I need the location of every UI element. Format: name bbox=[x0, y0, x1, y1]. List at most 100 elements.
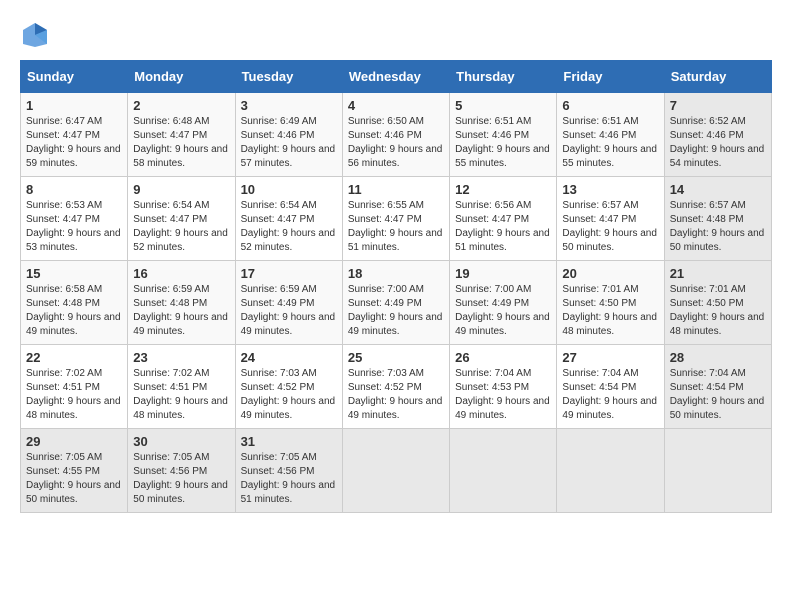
day-number: 17 bbox=[241, 266, 337, 281]
day-info: Sunrise: 6:59 AMSunset: 4:48 PMDaylight:… bbox=[133, 283, 229, 339]
day-header-thursday: Thursday bbox=[450, 61, 557, 93]
calendar-cell: 29 Sunrise: 7:05 AMSunset: 4:55 PMDayligh… bbox=[21, 429, 128, 513]
calendar-cell bbox=[664, 429, 771, 513]
calendar-cell: 11Sunrise: 6:55 AMSunset: 4:47 PMDayligh… bbox=[342, 177, 449, 261]
day-number: 31 bbox=[241, 434, 337, 449]
day-info: Sunrise: 7:02 AMSunset: 4:51 PMDaylight:… bbox=[26, 367, 122, 423]
calendar-week-row: 22 Sunrise: 7:02 AMSunset: 4:51 PMDayligh… bbox=[21, 345, 772, 429]
calendar-cell: 8 Sunrise: 6:53 AMSunset: 4:47 PMDaylight… bbox=[21, 177, 128, 261]
day-number: 7 bbox=[670, 98, 766, 113]
calendar-cell: 30 Sunrise: 7:05 AMSunset: 4:56 PMDayligh… bbox=[128, 429, 235, 513]
day-number: 12 bbox=[455, 182, 551, 197]
day-header-monday: Monday bbox=[128, 61, 235, 93]
calendar-cell: 15 Sunrise: 6:58 AMSunset: 4:48 PMDayligh… bbox=[21, 261, 128, 345]
calendar-cell: 25 Sunrise: 7:03 AMSunset: 4:52 PMDayligh… bbox=[342, 345, 449, 429]
day-info: Sunrise: 7:01 AMSunset: 4:50 PMDaylight:… bbox=[670, 283, 766, 339]
logo bbox=[20, 20, 54, 50]
calendar-cell: 10 Sunrise: 6:54 AMSunset: 4:47 PMDayligh… bbox=[235, 177, 342, 261]
day-number: 24 bbox=[241, 350, 337, 365]
calendar-cell: 24 Sunrise: 7:03 AMSunset: 4:52 PMDayligh… bbox=[235, 345, 342, 429]
calendar-cell: 23Sunrise: 7:02 AMSunset: 4:51 PMDayligh… bbox=[128, 345, 235, 429]
day-number: 10 bbox=[241, 182, 337, 197]
calendar-cell: 18 Sunrise: 7:00 AMSunset: 4:49 PMDayligh… bbox=[342, 261, 449, 345]
calendar-cell: 21 Sunrise: 7:01 AMSunset: 4:50 PMDayligh… bbox=[664, 261, 771, 345]
calendar-cell: 31 Sunrise: 7:05 AMSunset: 4:56 PMDayligh… bbox=[235, 429, 342, 513]
calendar-cell bbox=[450, 429, 557, 513]
page-header bbox=[20, 20, 772, 50]
calendar-week-row: 15 Sunrise: 6:58 AMSunset: 4:48 PMDayligh… bbox=[21, 261, 772, 345]
calendar-header-row: SundayMondayTuesdayWednesdayThursdayFrid… bbox=[21, 61, 772, 93]
calendar-cell: 1 Sunrise: 6:47 AMSunset: 4:47 PMDaylight… bbox=[21, 93, 128, 177]
day-info: Sunrise: 7:05 AMSunset: 4:56 PMDaylight:… bbox=[241, 451, 337, 507]
calendar-cell: 27 Sunrise: 7:04 AMSunset: 4:54 PMDayligh… bbox=[557, 345, 664, 429]
day-info: Sunrise: 6:54 AMSunset: 4:47 PMDaylight:… bbox=[241, 199, 337, 255]
day-info: Sunrise: 6:47 AMSunset: 4:47 PMDaylight:… bbox=[26, 115, 122, 171]
day-info: Sunrise: 6:48 AMSunset: 4:47 PMDaylight:… bbox=[133, 115, 229, 171]
calendar-cell: 5Sunrise: 6:51 AMSunset: 4:46 PMDaylight… bbox=[450, 93, 557, 177]
day-info: Sunrise: 7:03 AMSunset: 4:52 PMDaylight:… bbox=[348, 367, 444, 423]
calendar-cell: 26Sunrise: 7:04 AMSunset: 4:53 PMDayligh… bbox=[450, 345, 557, 429]
day-info: Sunrise: 6:54 AMSunset: 4:47 PMDaylight:… bbox=[133, 199, 229, 255]
day-number: 19 bbox=[455, 266, 551, 281]
day-info: Sunrise: 6:58 AMSunset: 4:48 PMDaylight:… bbox=[26, 283, 122, 339]
day-number: 1 bbox=[26, 98, 122, 113]
day-header-friday: Friday bbox=[557, 61, 664, 93]
calendar-cell: 22 Sunrise: 7:02 AMSunset: 4:51 PMDayligh… bbox=[21, 345, 128, 429]
day-header-saturday: Saturday bbox=[664, 61, 771, 93]
calendar-cell: 3 Sunrise: 6:49 AMSunset: 4:46 PMDaylight… bbox=[235, 93, 342, 177]
day-info: Sunrise: 6:59 AMSunset: 4:49 PMDaylight:… bbox=[241, 283, 337, 339]
calendar-cell: 28 Sunrise: 7:04 AMSunset: 4:54 PMDayligh… bbox=[664, 345, 771, 429]
day-number: 6 bbox=[562, 98, 658, 113]
logo-icon bbox=[20, 20, 50, 50]
calendar-cell: 7 Sunrise: 6:52 AMSunset: 4:46 PMDaylight… bbox=[664, 93, 771, 177]
day-header-wednesday: Wednesday bbox=[342, 61, 449, 93]
day-info: Sunrise: 6:51 AMSunset: 4:46 PMDaylight:… bbox=[455, 115, 551, 171]
day-info: Sunrise: 7:04 AMSunset: 4:53 PMDaylight:… bbox=[455, 367, 551, 423]
day-number: 27 bbox=[562, 350, 658, 365]
day-info: Sunrise: 7:00 AMSunset: 4:49 PMDaylight:… bbox=[455, 283, 551, 339]
day-info: Sunrise: 6:57 AMSunset: 4:47 PMDaylight:… bbox=[562, 199, 658, 255]
calendar-cell bbox=[342, 429, 449, 513]
day-number: 16 bbox=[133, 266, 229, 281]
day-number: 14 bbox=[670, 182, 766, 197]
day-number: 23 bbox=[133, 350, 229, 365]
day-number: 29 bbox=[26, 434, 122, 449]
day-info: Sunrise: 6:56 AMSunset: 4:47 PMDaylight:… bbox=[455, 199, 551, 255]
day-number: 13 bbox=[562, 182, 658, 197]
day-number: 28 bbox=[670, 350, 766, 365]
calendar-week-row: 29 Sunrise: 7:05 AMSunset: 4:55 PMDayligh… bbox=[21, 429, 772, 513]
day-info: Sunrise: 7:03 AMSunset: 4:52 PMDaylight:… bbox=[241, 367, 337, 423]
calendar-cell: 20Sunrise: 7:01 AMSunset: 4:50 PMDayligh… bbox=[557, 261, 664, 345]
day-info: Sunrise: 7:04 AMSunset: 4:54 PMDaylight:… bbox=[562, 367, 658, 423]
day-number: 25 bbox=[348, 350, 444, 365]
day-header-sunday: Sunday bbox=[21, 61, 128, 93]
calendar-cell: 16 Sunrise: 6:59 AMSunset: 4:48 PMDayligh… bbox=[128, 261, 235, 345]
day-info: Sunrise: 6:52 AMSunset: 4:46 PMDaylight:… bbox=[670, 115, 766, 171]
day-info: Sunrise: 7:05 AMSunset: 4:56 PMDaylight:… bbox=[133, 451, 229, 507]
calendar-cell: 12 Sunrise: 6:56 AMSunset: 4:47 PMDayligh… bbox=[450, 177, 557, 261]
calendar-cell bbox=[557, 429, 664, 513]
day-info: Sunrise: 7:01 AMSunset: 4:50 PMDaylight:… bbox=[562, 283, 658, 339]
calendar-cell: 6Sunrise: 6:51 AMSunset: 4:46 PMDaylight… bbox=[557, 93, 664, 177]
day-number: 21 bbox=[670, 266, 766, 281]
day-info: Sunrise: 7:04 AMSunset: 4:54 PMDaylight:… bbox=[670, 367, 766, 423]
day-number: 15 bbox=[26, 266, 122, 281]
day-info: Sunrise: 6:49 AMSunset: 4:46 PMDaylight:… bbox=[241, 115, 337, 171]
day-number: 18 bbox=[348, 266, 444, 281]
day-info: Sunrise: 6:55 AMSunset: 4:47 PMDaylight:… bbox=[348, 199, 444, 255]
calendar-cell: 4Sunrise: 6:50 AMSunset: 4:46 PMDaylight… bbox=[342, 93, 449, 177]
calendar-table: SundayMondayTuesdayWednesdayThursdayFrid… bbox=[20, 60, 772, 513]
day-number: 4 bbox=[348, 98, 444, 113]
day-number: 22 bbox=[26, 350, 122, 365]
calendar-cell: 19 Sunrise: 7:00 AMSunset: 4:49 PMDayligh… bbox=[450, 261, 557, 345]
day-info: Sunrise: 7:05 AMSunset: 4:55 PMDaylight:… bbox=[26, 451, 122, 507]
day-info: Sunrise: 6:53 AMSunset: 4:47 PMDaylight:… bbox=[26, 199, 122, 255]
day-number: 30 bbox=[133, 434, 229, 449]
day-number: 3 bbox=[241, 98, 337, 113]
day-number: 8 bbox=[26, 182, 122, 197]
calendar-week-row: 8 Sunrise: 6:53 AMSunset: 4:47 PMDaylight… bbox=[21, 177, 772, 261]
calendar-cell: 2Sunrise: 6:48 AMSunset: 4:47 PMDaylight… bbox=[128, 93, 235, 177]
day-info: Sunrise: 7:00 AMSunset: 4:49 PMDaylight:… bbox=[348, 283, 444, 339]
calendar-cell: 13 Sunrise: 6:57 AMSunset: 4:47 PMDayligh… bbox=[557, 177, 664, 261]
day-info: Sunrise: 6:57 AMSunset: 4:48 PMDaylight:… bbox=[670, 199, 766, 255]
